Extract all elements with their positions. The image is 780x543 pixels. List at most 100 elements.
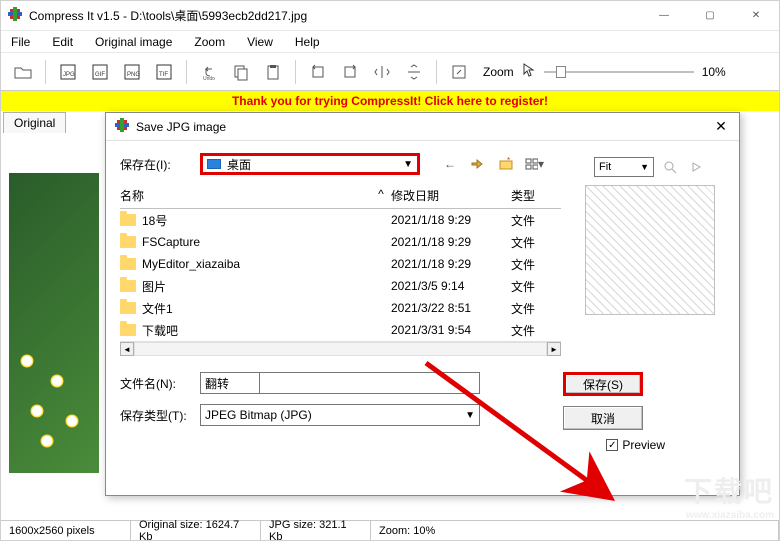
dialog-title: Save JPG image	[136, 120, 703, 134]
menu-edit[interactable]: Edit	[48, 33, 77, 51]
list-item[interactable]: 文件12021/3/22 8:51文件	[120, 297, 561, 319]
up-icon[interactable]	[468, 154, 488, 174]
h-scrollbar[interactable]: ◄ ►	[120, 342, 561, 356]
zoom-slider[interactable]	[544, 71, 694, 73]
open-icon[interactable]	[9, 58, 37, 86]
zoom-in-icon[interactable]	[660, 157, 680, 177]
menu-view[interactable]: View	[243, 33, 277, 51]
gif-icon[interactable]: GIF	[86, 58, 114, 86]
chevron-down-icon: ▼	[465, 410, 475, 421]
folder-icon	[120, 324, 136, 336]
preview-box	[585, 185, 715, 315]
tab-original[interactable]: Original	[3, 112, 66, 133]
dialog-body: 保存在(I): 桌面 ▼ ← * ▾ Fit▼	[106, 141, 739, 495]
fit-combo[interactable]: Fit▼	[594, 157, 654, 177]
desktop-icon	[207, 159, 221, 169]
zoom-value: 10%	[702, 65, 726, 79]
file-list[interactable]: 18号2021/1/18 9:29文件 FSCapture2021/1/18 9…	[120, 209, 561, 342]
dialog-icon	[114, 117, 130, 136]
save-dialog: Save JPG image ✕ 保存在(I): 桌面 ▼ ← * ▾ Fit▼	[105, 112, 740, 496]
tif-icon[interactable]: TIF	[150, 58, 178, 86]
toolbar: JPG GIF PNG TIF Undo Zoom 10%	[1, 53, 779, 91]
svg-text:Undo: Undo	[203, 76, 215, 81]
titlebar: Compress It v1.5 - D:\tools\桌面\5993ecb2d…	[1, 1, 779, 31]
paste-icon[interactable]	[259, 58, 287, 86]
scroll-left-icon[interactable]: ◄	[120, 342, 134, 356]
list-item[interactable]: FSCapture2021/1/18 9:29文件	[120, 231, 561, 253]
resize-icon[interactable]	[445, 58, 473, 86]
filename-highlight: 翻转	[200, 372, 260, 394]
maximize-button[interactable]: ▢	[687, 1, 733, 31]
cancel-button[interactable]: 取消	[563, 406, 643, 430]
savein-value: 桌面	[227, 156, 251, 173]
savein-combo[interactable]: 桌面 ▼	[200, 153, 420, 175]
nav-icons: ← * ▾	[440, 154, 544, 174]
flip-v-icon[interactable]	[400, 58, 428, 86]
back-icon[interactable]: ←	[440, 154, 460, 174]
svg-text:*: *	[507, 157, 510, 165]
filetype-label: 保存类型(T):	[120, 407, 190, 424]
savein-row: 保存在(I): 桌面 ▼ ← * ▾ Fit▼	[120, 153, 725, 175]
list-item[interactable]: 下载吧2021/3/31 9:54文件	[120, 319, 561, 341]
filename-value[interactable]: 翻转	[201, 373, 259, 393]
sort-indicator-icon: ^	[371, 187, 391, 204]
list-item[interactable]: 18号2021/1/18 9:29文件	[120, 209, 561, 231]
preview-checkbox[interactable]: ✓	[606, 439, 618, 451]
flip-h-icon[interactable]	[368, 58, 396, 86]
window-buttons: — ▢ ✕	[641, 1, 779, 31]
svg-text:PNG: PNG	[127, 72, 140, 78]
preview-label: Preview	[622, 438, 665, 452]
zoom-label: Zoom	[483, 65, 514, 79]
filename-label: 文件名(N):	[120, 375, 190, 392]
list-item[interactable]: 图片2021/3/5 9:14文件	[120, 275, 561, 297]
undo-icon[interactable]: Undo	[195, 58, 223, 86]
svg-text:GIF: GIF	[95, 72, 105, 78]
status-dims: 1600x2560 pixels	[1, 521, 131, 540]
filetype-combo[interactable]: JPEG Bitmap (JPG) ▼	[200, 404, 480, 426]
filetype-value: JPEG Bitmap (JPG)	[205, 408, 312, 422]
file-list-header: 名称 ^ 修改日期 类型	[120, 183, 561, 209]
status-jpg-size: JPG size: 321.1 Kb	[261, 521, 371, 540]
new-folder-icon[interactable]: *	[496, 154, 516, 174]
menu-zoom[interactable]: Zoom	[190, 33, 229, 51]
preview-checkbox-row: ✓ Preview	[120, 438, 725, 452]
col-name[interactable]: 名称	[120, 187, 371, 204]
filename-field[interactable]	[260, 372, 480, 394]
svg-text:TIF: TIF	[159, 72, 168, 78]
menu-help[interactable]: Help	[291, 33, 324, 51]
bottom-area: 文件名(N): 翻转 保存类型(T): JPEG Bitmap (JPG) ▼ …	[120, 372, 725, 430]
view-menu-icon[interactable]: ▾	[524, 154, 544, 174]
folder-icon	[120, 258, 136, 270]
zoom-area: Zoom 10%	[483, 62, 726, 81]
folder-icon	[120, 236, 136, 248]
list-item[interactable]: MyEditor_xiazaiba2021/1/18 9:29文件	[120, 253, 561, 275]
scroll-right-icon[interactable]: ►	[547, 342, 561, 356]
menu-original[interactable]: Original image	[91, 33, 176, 51]
window-title: Compress It v1.5 - D:\tools\桌面\5993ecb2d…	[29, 7, 641, 24]
status-zoom: Zoom: 10%	[371, 521, 779, 540]
rotate-right-icon[interactable]	[336, 58, 364, 86]
rotate-left-icon[interactable]	[304, 58, 332, 86]
dialog-titlebar: Save JPG image ✕	[106, 113, 739, 141]
savein-label: 保存在(I):	[120, 156, 190, 173]
col-date[interactable]: 修改日期	[391, 187, 511, 204]
app-icon	[7, 6, 23, 25]
jpg-icon[interactable]: JPG	[54, 58, 82, 86]
copy-icon[interactable]	[227, 58, 255, 86]
col-type[interactable]: 类型	[511, 187, 561, 204]
menu-file[interactable]: File	[7, 33, 34, 51]
close-button[interactable]: ✕	[733, 1, 779, 31]
png-icon[interactable]: PNG	[118, 58, 146, 86]
svg-text:JPG: JPG	[63, 72, 75, 78]
folder-icon	[120, 302, 136, 314]
register-banner[interactable]: Thank you for trying CompressIt! Click h…	[1, 91, 779, 111]
minimize-button[interactable]: —	[641, 1, 687, 31]
play-icon[interactable]	[686, 157, 706, 177]
slider-thumb[interactable]	[556, 66, 566, 78]
chevron-down-icon: ▼	[403, 159, 413, 170]
statusbar: 1600x2560 pixels Original size: 1624.7 K…	[1, 520, 779, 540]
dialog-close-button[interactable]: ✕	[703, 113, 739, 141]
save-button[interactable]: 保存(S)	[563, 372, 643, 396]
button-column: 保存(S) 取消	[563, 372, 643, 430]
cursor-icon	[522, 62, 536, 81]
